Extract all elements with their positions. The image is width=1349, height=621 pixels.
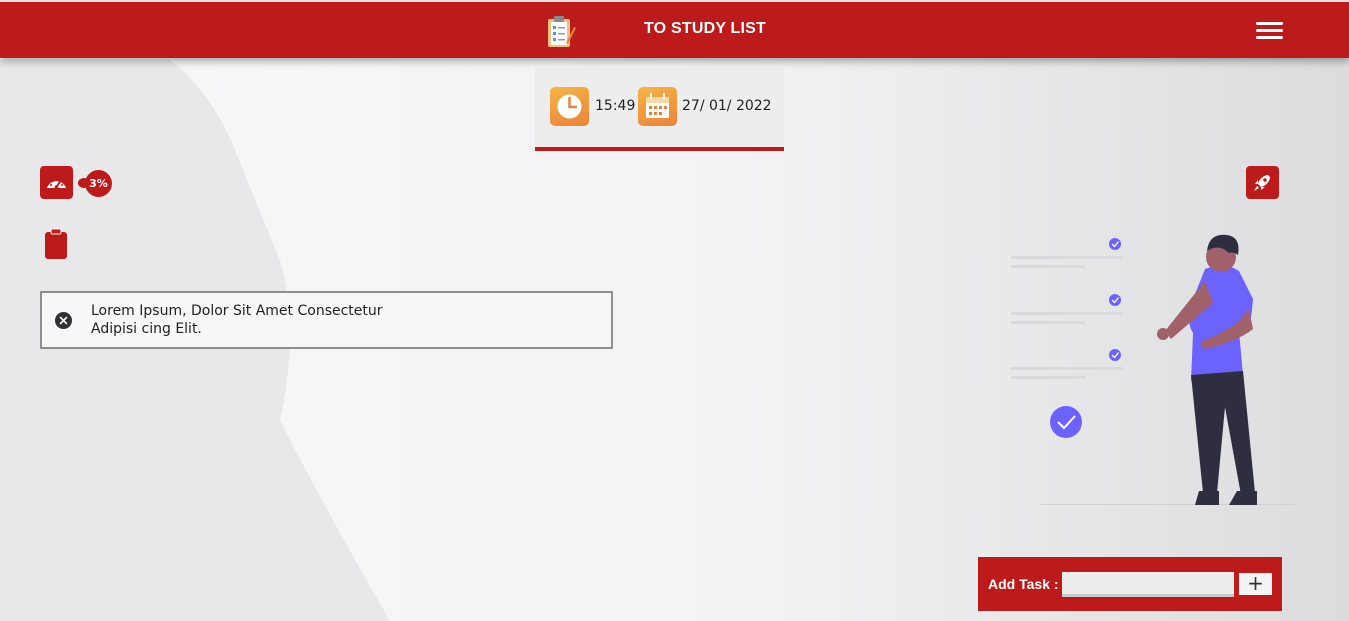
hamburger-menu-icon[interactable] — [1256, 22, 1283, 42]
add-task-button[interactable]: + — [1239, 573, 1272, 595]
app-header: TO STUDY LIST — [0, 0, 1349, 58]
close-icon[interactable] — [55, 312, 72, 329]
task-item: Lorem Ipsum, Dolor Sit Amet Consectetur … — [40, 291, 613, 349]
progress-percent-badge: 3% — [85, 170, 112, 197]
clipboard-checklist-icon — [548, 16, 576, 47]
add-task-label: Add Task : — [988, 576, 1059, 592]
task-text: Lorem Ipsum, Dolor Sit Amet Consectetur … — [91, 303, 383, 337]
add-task-input[interactable] — [1062, 572, 1234, 597]
checklist-lines — [1011, 238, 1123, 438]
current-time: 15:49 — [595, 98, 636, 114]
current-date: 27/ 01/ 2022 — [682, 98, 772, 114]
clipboard-icon[interactable] — [45, 229, 67, 259]
calendar-icon — [638, 87, 677, 126]
person-checklist-illustration — [1011, 234, 1295, 505]
clock-icon — [550, 87, 589, 126]
speedometer-icon[interactable] — [40, 166, 73, 199]
clock-panel: 15:49 27/ 01/ 2022 — [535, 68, 784, 151]
rocket-icon[interactable] — [1246, 166, 1279, 199]
add-task-bar: Add Task : + — [978, 557, 1282, 611]
page-title: TO STUDY LIST — [644, 20, 767, 37]
